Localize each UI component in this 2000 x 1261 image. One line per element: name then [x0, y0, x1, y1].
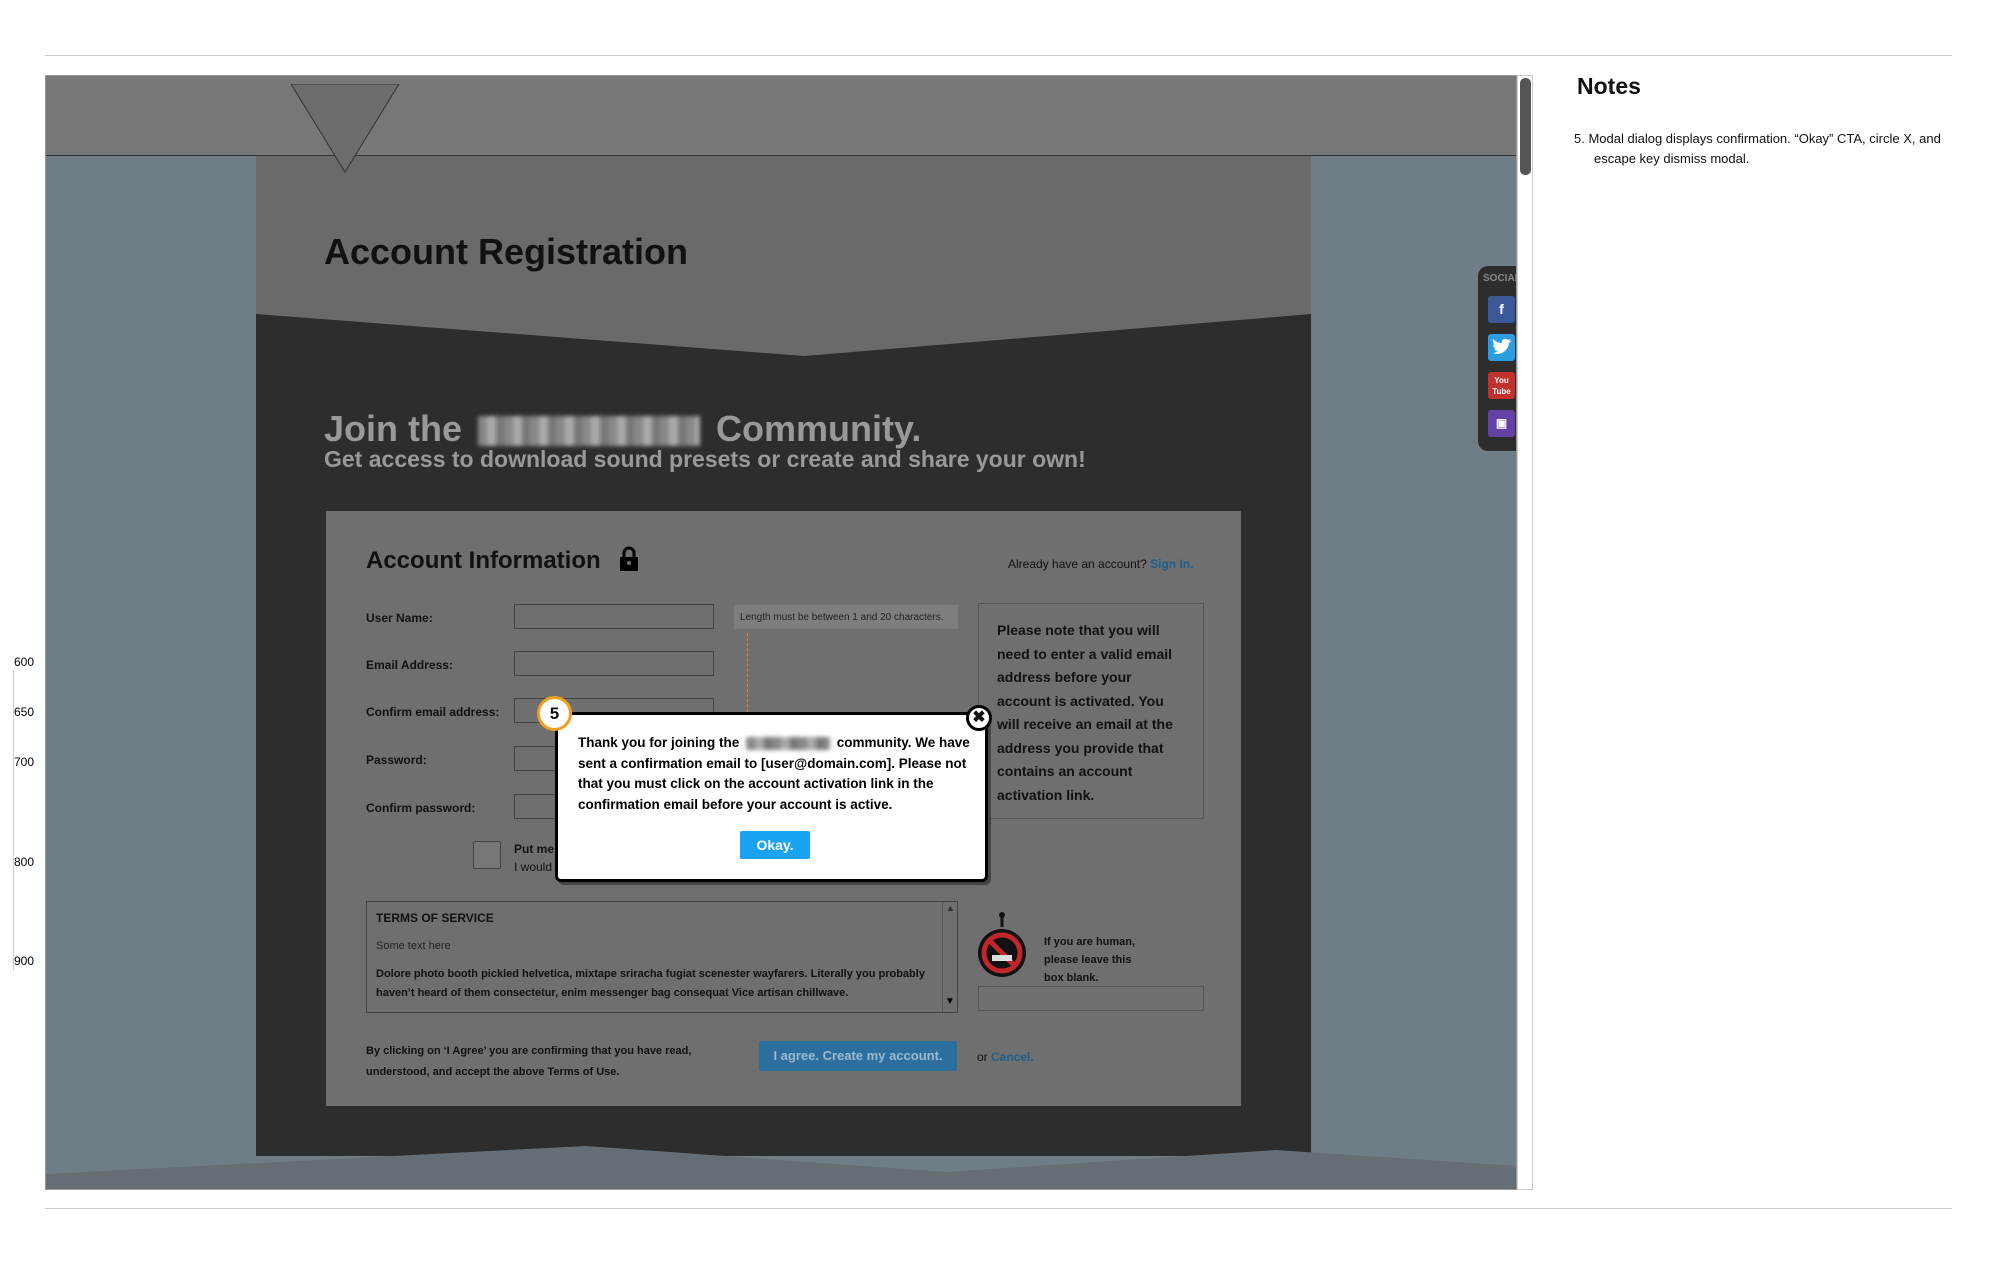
lock-icon — [620, 546, 639, 571]
top-bar — [46, 76, 1516, 173]
scroll-down-icon[interactable]: ▼ — [945, 996, 955, 1007]
join-suffix: Community. — [716, 408, 922, 449]
username-label: User Name: — [366, 611, 433, 625]
ruler-mark: 650 — [14, 705, 35, 719]
social-label: SOCIAL — [1483, 273, 1516, 284]
confirmation-modal: Thank you for joining the community. We … — [555, 712, 988, 882]
notes-item: 5. Modal dialog displays confirmation. “… — [1574, 131, 1941, 166]
agree-text: By clicking on ‘I Agree’ you are confirm… — [366, 1045, 692, 1078]
captcha-input[interactable] — [978, 986, 1204, 1011]
already-account: Already have an account? Sign In. — [1008, 557, 1193, 571]
scroll-up-icon[interactable]: ▲ — [946, 903, 955, 913]
sign-in-link[interactable]: Sign In. — [1150, 557, 1193, 571]
join-subtitle: Get access to download sound presets or … — [324, 446, 1086, 472]
annotation-badge: 5 — [537, 696, 572, 731]
redacted-brand — [746, 736, 831, 750]
email-input[interactable] — [514, 651, 714, 676]
twitter-icon[interactable] — [1488, 334, 1515, 361]
robot-captcha-icon — [978, 912, 1026, 977]
confirm-password-label: Confirm password: — [366, 801, 476, 815]
captcha-text: If you are human, please leave this box … — [1044, 936, 1136, 984]
activation-note: Please note that you will need to enter … — [978, 603, 1204, 819]
footer-shape — [46, 1146, 1516, 1189]
email-label: Email Address: — [366, 658, 453, 672]
facebook-icon[interactable]: f — [1488, 296, 1515, 323]
or-text: or — [977, 1050, 988, 1064]
username-input[interactable] — [514, 604, 714, 629]
cancel-link[interactable]: Cancel. — [991, 1050, 1034, 1064]
tos-scrollbar[interactable]: ▲ ▼ — [942, 902, 957, 1012]
ruler-mark: 900 — [14, 954, 35, 968]
ruler-mark: 800 — [14, 855, 35, 869]
ruler-mark: 700 — [14, 755, 35, 769]
social-sidebar: SOCIAL f YouTube ▣ — [1478, 266, 1516, 451]
redacted-brand — [478, 416, 701, 447]
page-panel: Account Registration Join the Community.… — [256, 156, 1311, 1156]
bottom-divider — [45, 1208, 1952, 1209]
close-icon[interactable]: ✖ — [966, 705, 992, 731]
newsletter-sublabel: I would — [514, 860, 553, 874]
modal-text-start: Thank you for joining the — [578, 735, 740, 750]
top-divider — [45, 55, 1952, 56]
join-heading: Join the Community. — [324, 408, 921, 450]
youtube-icon[interactable]: You Tube — [1488, 372, 1515, 399]
browser-viewport: Account Registration Join the Community.… — [45, 75, 1517, 1190]
terms-of-service-box[interactable]: TERMS OF SERVICE Some text here Dolore p… — [366, 901, 958, 1013]
modal-message: Thank you for joining the community. We … — [578, 733, 973, 815]
create-account-button[interactable]: I agree. Create my account. — [759, 1041, 957, 1071]
tos-heading: TERMS OF SERVICE — [376, 911, 494, 925]
dropdown-triangle-icon[interactable] — [291, 84, 401, 174]
newsletter-checkbox[interactable] — [473, 841, 501, 869]
tos-placeholder: Some text here — [376, 940, 451, 952]
ruler-mark: 600 — [14, 655, 35, 669]
tos-body: Dolore photo booth pickled helvetica, mi… — [376, 968, 925, 999]
account-heading: Account Information — [366, 546, 639, 575]
password-label: Password: — [366, 753, 427, 767]
account-heading-text: Account Information — [366, 547, 601, 574]
okay-button[interactable]: Okay. — [740, 831, 810, 859]
page-scrollbar-thumb[interactable] — [1520, 78, 1531, 175]
join-prefix: Join the — [324, 408, 463, 449]
username-hint: Length must be between 1 and 20 characte… — [734, 605, 958, 629]
notes-heading: Notes — [1577, 73, 1641, 99]
newsletter-label: Put me — [514, 842, 555, 856]
ruler-line — [13, 670, 14, 970]
confirm-email-label: Confirm email address: — [366, 705, 500, 719]
already-account-text: Already have an account? — [1008, 557, 1147, 571]
twitch-icon[interactable]: ▣ — [1488, 410, 1515, 437]
page-title: Account Registration — [324, 231, 689, 272]
page-scrollbar[interactable] — [1517, 75, 1533, 1190]
cancel-row: or Cancel. — [977, 1050, 1034, 1064]
